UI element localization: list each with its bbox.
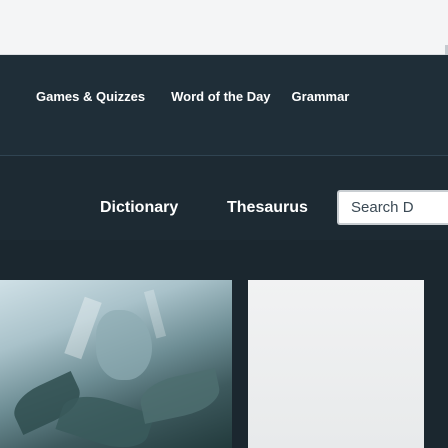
tab-thesaurus[interactable]: Thesaurus bbox=[227, 199, 308, 217]
search-input[interactable] bbox=[337, 190, 448, 225]
plant-leaf bbox=[96, 310, 152, 380]
featured-image-card[interactable] bbox=[0, 280, 232, 448]
nav-item-games-quizzes[interactable]: Games & Quizzes bbox=[36, 89, 145, 104]
secondary-card[interactable] bbox=[248, 280, 424, 448]
search-bar: Dictionary Thesaurus bbox=[0, 156, 448, 240]
nav-list: Games & Quizzes Word of the Day Grammar bbox=[0, 85, 448, 107]
nav-item-word-of-the-day[interactable]: Word of the Day bbox=[171, 89, 270, 104]
top-strip bbox=[0, 0, 448, 55]
plant-leaf bbox=[136, 368, 224, 424]
nav-item-grammar[interactable]: Grammar bbox=[292, 89, 350, 104]
tab-dictionary[interactable]: Dictionary bbox=[100, 199, 178, 217]
main-nav: Games & Quizzes Word of the Day Grammar bbox=[0, 55, 448, 155]
content-area bbox=[0, 240, 448, 448]
